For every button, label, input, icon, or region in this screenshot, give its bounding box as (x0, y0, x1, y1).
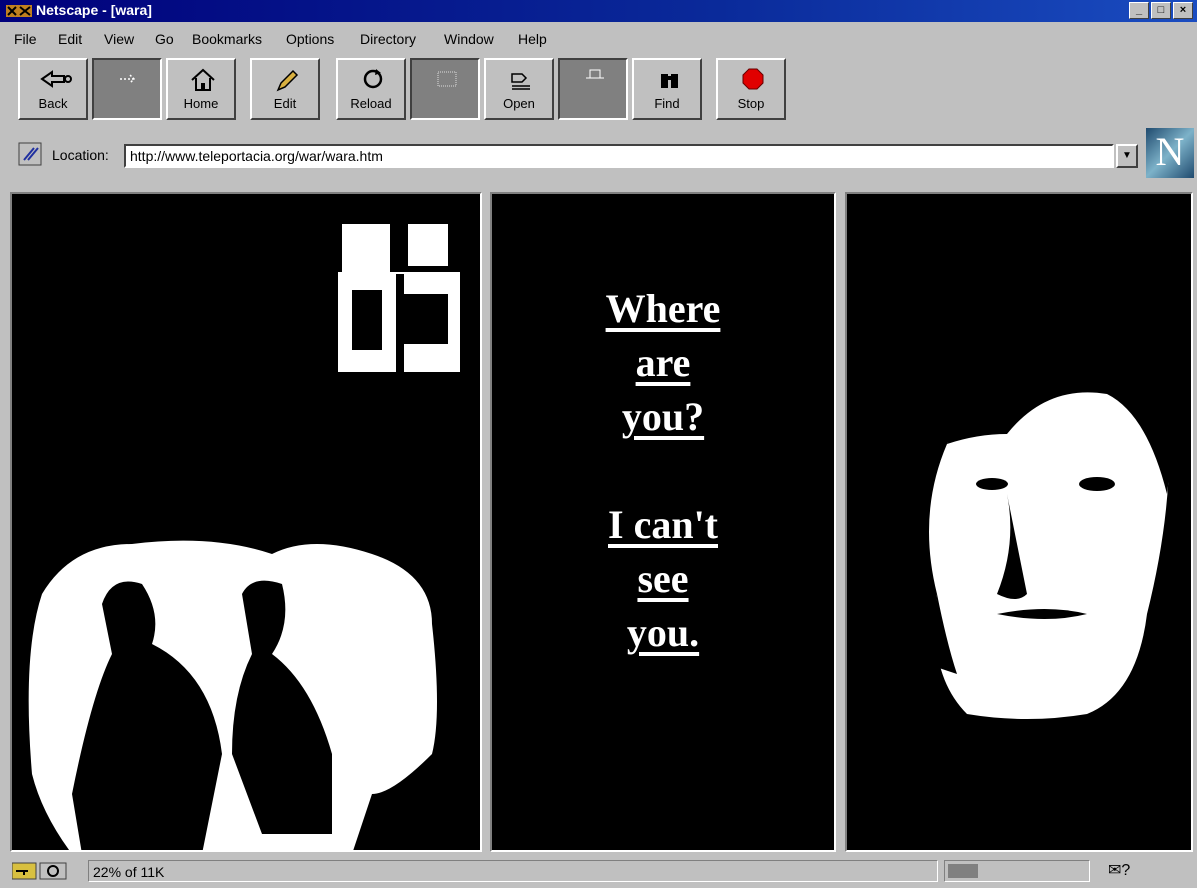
find-label: Find (654, 96, 680, 111)
minimize-button[interactable]: _ (1129, 2, 1149, 19)
print-button[interactable] (558, 58, 628, 120)
title-bar: Netscape - [wara] _ □ × (0, 0, 1197, 22)
netscape-logo[interactable]: N (1146, 128, 1194, 178)
progress-fill (948, 864, 979, 878)
open-button[interactable]: Open (484, 58, 554, 120)
reload-icon (363, 69, 383, 89)
page-content: Where are you? I can't see you. (8, 190, 1193, 852)
menu-edit[interactable]: Edit (58, 31, 82, 47)
poem-spacer (492, 444, 834, 498)
menu-help[interactable]: Help (518, 31, 547, 47)
status-text: 22% of 11K (88, 860, 938, 882)
edit-label: Edit (273, 96, 297, 111)
images-button[interactable] (410, 58, 480, 120)
url-input[interactable] (124, 144, 1114, 168)
middle-frame: Where are you? I can't see you. (490, 192, 836, 852)
menu-bookmarks[interactable]: Bookmarks (192, 31, 262, 47)
poem-line-3[interactable]: you? (492, 390, 834, 444)
close-button[interactable]: × (1173, 2, 1193, 19)
open-label: Open (503, 96, 535, 111)
security-key-icon[interactable] (12, 862, 70, 880)
edit-button[interactable]: Edit (250, 58, 320, 120)
poem-line-1[interactable]: Where (492, 282, 834, 336)
forward-button[interactable] (92, 58, 162, 120)
home-icon (191, 68, 215, 91)
back-arrow-icon (40, 70, 72, 88)
home-label: Home (183, 96, 219, 111)
link-bookmark-icon[interactable] (18, 142, 42, 166)
status-bar: 22% of 11K ✉? (0, 856, 1197, 888)
open-icon (511, 73, 530, 90)
navigation-toolbar: Back Home Edit Reload Open Find Stop (8, 56, 1193, 124)
forward-arrow-icon (120, 74, 136, 84)
poem-line-5[interactable]: see (492, 552, 834, 606)
window-and-couple-image (28, 224, 460, 850)
pencil-icon (276, 69, 299, 92)
menu-bar: File Edit View Go Bookmarks Options Dire… (0, 24, 1197, 52)
images-icon (437, 71, 457, 87)
reload-label: Reload (350, 96, 392, 111)
menu-directory[interactable]: Directory (360, 31, 416, 47)
maximize-button[interactable]: □ (1151, 2, 1171, 19)
poem-line-2[interactable]: are (492, 336, 834, 390)
poem-line-4[interactable]: I can't (492, 498, 834, 552)
stop-label: Stop (737, 96, 765, 111)
woman-face-image (927, 313, 1177, 719)
poem-text: Where are you? I can't see you. (492, 282, 834, 660)
window-title: Netscape - [wara] (36, 2, 152, 18)
binoculars-icon (661, 74, 678, 88)
print-icon (586, 69, 604, 79)
stop-button[interactable]: Stop (716, 58, 786, 120)
progress-bar (944, 860, 1090, 882)
home-button[interactable]: Home (166, 58, 236, 120)
menu-window[interactable]: Window (444, 31, 494, 47)
netscape-app-icon (6, 5, 32, 17)
location-label: Location: (52, 147, 109, 163)
reload-button[interactable]: Reload (336, 58, 406, 120)
back-label: Back (38, 96, 68, 111)
location-bar: Location: ▼ (0, 130, 1197, 186)
url-dropdown-button[interactable]: ▼ (1116, 144, 1138, 168)
poem-line-6[interactable]: you. (492, 606, 834, 660)
left-frame (10, 192, 482, 852)
find-button[interactable]: Find (632, 58, 702, 120)
mail-icon[interactable]: ✉? (1108, 860, 1130, 880)
stop-icon (742, 68, 764, 90)
menu-file[interactable]: File (14, 31, 37, 47)
back-button[interactable]: Back (18, 58, 88, 120)
right-frame (845, 192, 1193, 852)
menu-view[interactable]: View (104, 31, 134, 47)
menu-go[interactable]: Go (155, 31, 174, 47)
menu-options[interactable]: Options (286, 31, 334, 47)
